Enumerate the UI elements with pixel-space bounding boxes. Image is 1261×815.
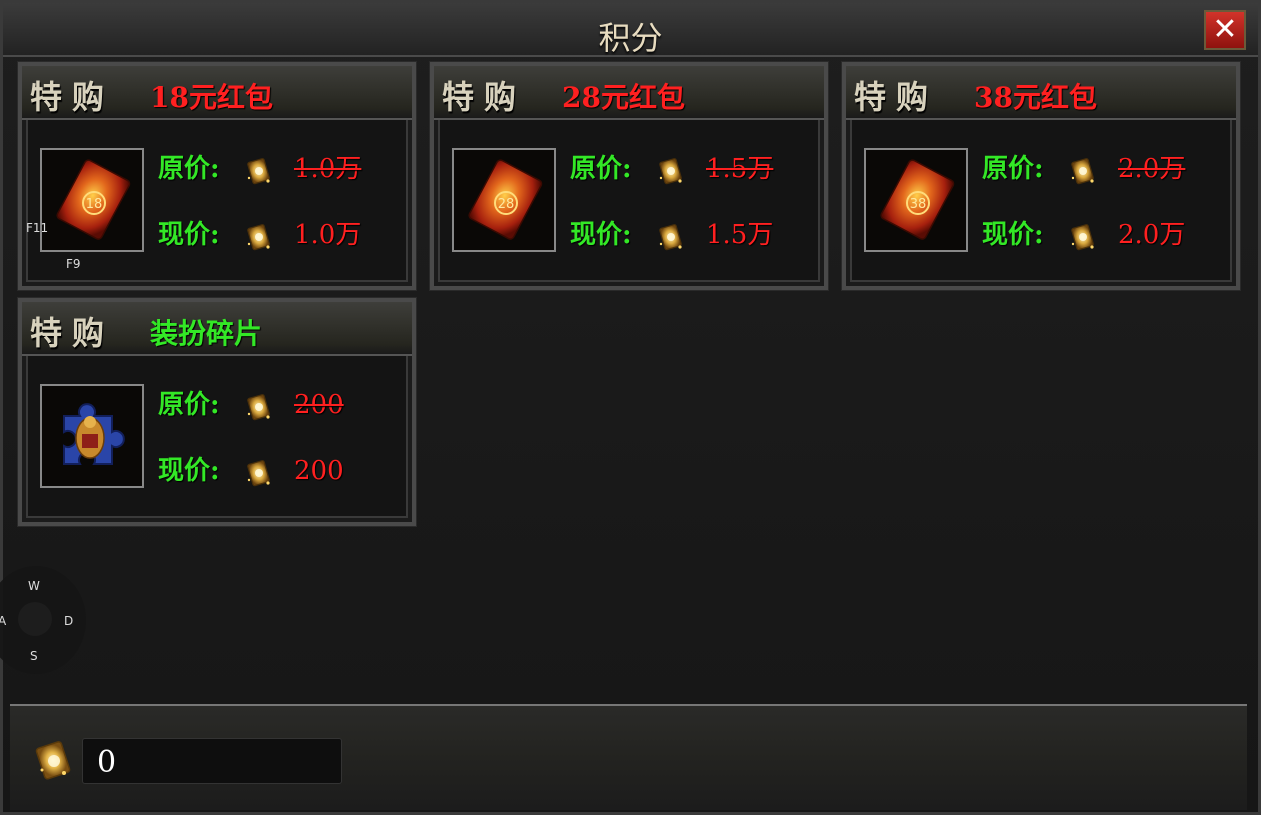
- original-price-label: 原价:: [982, 154, 1044, 184]
- item-name: 28元红包: [562, 81, 685, 114]
- current-price-label: 现价:: [158, 220, 220, 250]
- points-card-icon: [244, 222, 274, 261]
- red-envelope-18-icon[interactable]: 18: [40, 148, 144, 252]
- points-card-icon: [1068, 156, 1098, 195]
- points-card-icon: [656, 222, 686, 261]
- current-price-row: 现价: 1.0万: [158, 218, 361, 252]
- points-balance-field: 0: [82, 738, 342, 784]
- current-price-label: 现价:: [570, 220, 632, 250]
- current-price-value: 2.0万: [1118, 220, 1186, 250]
- title-bar: 积分 ✕: [3, 3, 1258, 57]
- item-name: 装扮碎片: [150, 317, 263, 350]
- hotkey-f11-label: F11: [26, 221, 49, 235]
- original-price-row: 原价: 1.5万: [570, 152, 773, 186]
- joystick-d-key[interactable]: D: [64, 614, 73, 628]
- current-price-row: 现价: 200: [158, 454, 344, 488]
- card-header: 特购 18元红包: [22, 66, 412, 120]
- original-price-value: 1.0万: [294, 154, 362, 184]
- close-button[interactable]: ✕: [1204, 10, 1246, 50]
- current-price-row: 现价: 1.5万: [570, 218, 773, 252]
- original-price-row: 原价: 1.0万: [158, 152, 361, 186]
- envelope-badge: 38: [910, 197, 927, 212]
- red-envelope-28-icon[interactable]: 28: [452, 148, 556, 252]
- joystick-a-key[interactable]: A: [0, 614, 6, 628]
- special-offer-card[interactable]: 特购 装扮碎片 原价: 200 现价: 200: [17, 297, 417, 527]
- points-card-icon: [244, 156, 274, 195]
- item-name: 18元红包: [150, 81, 273, 114]
- points-balance-value: 0: [97, 745, 117, 780]
- original-price-value: 200: [294, 390, 344, 420]
- current-price-value: 200: [294, 456, 344, 486]
- red-envelope-38-icon[interactable]: 38: [864, 148, 968, 252]
- special-offer-card[interactable]: 特购 18元红包 18 原价: 1.0万 现价: 1.0万: [17, 61, 417, 291]
- card-header: 特购 装扮碎片: [22, 302, 412, 356]
- window-title: 积分: [598, 19, 663, 57]
- current-price-row: 现价: 2.0万: [982, 218, 1185, 252]
- points-card-icon: [244, 458, 274, 497]
- original-price-label: 原价:: [570, 154, 632, 184]
- envelope-badge: 28: [498, 197, 515, 212]
- original-price-row: 原价: 200: [158, 388, 344, 422]
- original-price-label: 原价:: [158, 154, 220, 184]
- current-price-value: 1.0万: [294, 220, 362, 250]
- card-header: 特购 38元红包: [846, 66, 1236, 120]
- original-price-row: 原价: 2.0万: [982, 152, 1185, 186]
- close-icon: ✕: [1212, 12, 1238, 47]
- special-purchase-tag: 特购: [442, 78, 527, 116]
- envelope-badge: 18: [86, 197, 103, 212]
- points-footer: 0: [10, 704, 1247, 810]
- points-card-icon: [34, 740, 74, 786]
- joystick-w-key[interactable]: W: [28, 579, 40, 593]
- hotkey-f9-label: F9: [66, 257, 81, 271]
- current-price-label: 现价:: [982, 220, 1044, 250]
- joystick-center[interactable]: [18, 602, 52, 636]
- special-purchase-tag: 特购: [30, 78, 115, 116]
- special-purchase-tag: 特购: [30, 314, 115, 352]
- original-price-label: 原价:: [158, 390, 220, 420]
- current-price-value: 1.5万: [706, 220, 774, 250]
- original-price-value: 2.0万: [1118, 154, 1186, 184]
- card-header: 特购 28元红包: [434, 66, 824, 120]
- points-card-icon: [1068, 222, 1098, 261]
- current-price-label: 现价:: [158, 456, 220, 486]
- special-offer-card[interactable]: 特购 38元红包 38 原价: 2.0万 现价: 2.0万: [841, 61, 1241, 291]
- points-card-icon: [656, 156, 686, 195]
- item-name: 38元红包: [974, 81, 1097, 114]
- joystick-s-key[interactable]: S: [30, 649, 38, 663]
- special-offer-card[interactable]: 特购 28元红包 28 原价: 1.5万 现价: 1.5万: [429, 61, 829, 291]
- special-purchase-tag: 特购: [854, 78, 939, 116]
- points-card-icon: [244, 392, 274, 431]
- original-price-value: 1.5万: [706, 154, 774, 184]
- costume-fragment-icon[interactable]: [40, 384, 144, 488]
